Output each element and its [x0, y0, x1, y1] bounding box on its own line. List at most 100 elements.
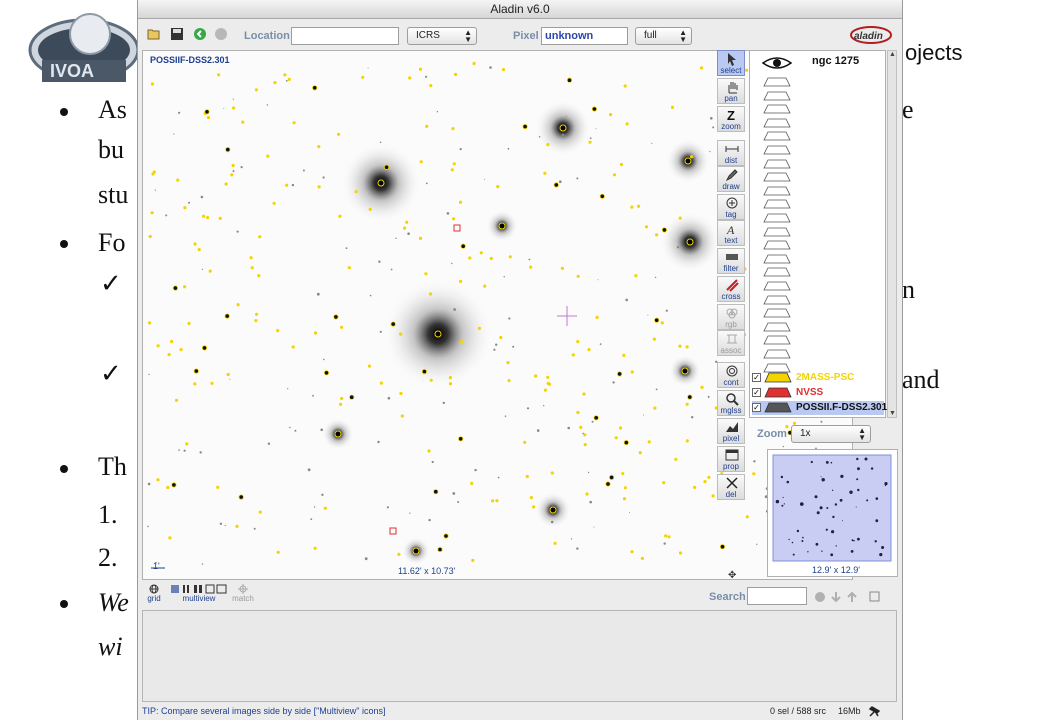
stack-layer[interactable]: ✓ POSSII.F-DSS2.301 [752, 401, 887, 415]
tool-tag-button[interactable]: tag [717, 194, 745, 220]
tool-dist-button[interactable]: dist [717, 140, 745, 166]
scroll-up-icon[interactable]: ▲ [889, 51, 896, 58]
star [589, 137, 592, 139]
scroll-down-icon[interactable]: ▼ [889, 410, 896, 417]
tool-zoom-button[interactable]: Zzoom [717, 106, 745, 132]
open-folder-icon[interactable] [147, 27, 161, 41]
tool-pan-button[interactable]: pan [717, 78, 745, 104]
tool-select-button[interactable]: select [717, 50, 745, 76]
empty-plane-slot[interactable] [763, 104, 791, 114]
empty-plane-slot[interactable] [763, 118, 791, 128]
resize-handle-icon[interactable]: ✥ [728, 570, 736, 581]
frame-select[interactable]: ICRS ▲ ▼ [407, 27, 477, 45]
2mass-source-marker [700, 385, 704, 389]
empty-plane-slot[interactable] [763, 145, 791, 155]
save-icon[interactable] [170, 27, 184, 41]
empty-plane-slot[interactable] [763, 159, 791, 169]
empty-plane-slot[interactable] [763, 77, 791, 87]
empty-plane-slot[interactable] [763, 322, 791, 332]
overview-star [850, 550, 854, 553]
sky-image[interactable]: N E [143, 51, 853, 580]
overview-star [821, 478, 825, 482]
pixel-value-field[interactable]: unknown [541, 27, 628, 45]
2mass-source-marker [699, 66, 704, 70]
source-marker [238, 494, 244, 500]
layer-checkbox[interactable]: ✓ [752, 373, 761, 382]
empty-plane-slot[interactable] [763, 308, 791, 318]
chevron-updown-icon: ▲ ▼ [464, 28, 472, 44]
overview-star [834, 503, 838, 506]
tool-text-button[interactable]: Atext [717, 220, 745, 246]
tool-pixel-button[interactable]: pixel [717, 418, 745, 444]
stack-layer[interactable]: ✓ NVSS [752, 386, 884, 400]
overview-star [870, 467, 874, 470]
2mass-source-marker [585, 492, 589, 496]
empty-plane-slot[interactable] [763, 227, 791, 237]
empty-plane-slot[interactable] [763, 267, 791, 277]
2mass-source-marker [276, 550, 280, 554]
empty-plane-slot[interactable] [763, 240, 791, 250]
console-panel[interactable] [142, 610, 897, 702]
hand-icon [728, 82, 738, 94]
empty-plane-slot[interactable] [763, 349, 791, 359]
empty-plane-slot[interactable] [763, 91, 791, 101]
window-titlebar[interactable]: Aladin v6.0 [138, 0, 902, 19]
empty-plane-slot[interactable] [763, 295, 791, 305]
tool-cont-button[interactable]: cont [717, 362, 745, 388]
layer-checkbox[interactable]: ✓ [752, 403, 761, 412]
empty-plane-slot[interactable] [763, 213, 791, 223]
2mass-source-marker [236, 303, 240, 307]
forward-icon[interactable] [214, 27, 228, 41]
star [452, 492, 456, 495]
empty-plane-slot[interactable] [763, 335, 791, 345]
telescope-icon[interactable] [868, 704, 882, 718]
grid-button[interactable]: grid [144, 584, 164, 603]
empty-plane-slot[interactable] [763, 131, 791, 141]
match-button[interactable]: match [230, 584, 256, 603]
search-clear-icon[interactable] [815, 592, 825, 602]
overview-star [831, 530, 835, 534]
empty-plane-slot[interactable] [763, 186, 791, 196]
star [550, 520, 554, 524]
2mass-source-marker [361, 75, 365, 79]
slide-text-fragment: wi [98, 632, 123, 661]
tool-prop-button[interactable]: prop [717, 446, 745, 472]
source-marker [719, 544, 726, 550]
star [148, 373, 150, 376]
tool-draw-button[interactable]: draw [717, 166, 745, 192]
2mass-source-marker [235, 524, 239, 528]
search-input[interactable] [747, 587, 807, 605]
overview-panel[interactable]: 12.9' x 12.9' [767, 449, 898, 577]
tool-filter-button[interactable]: filter [717, 248, 745, 274]
star [219, 522, 223, 525]
tool-del-button[interactable]: del [717, 474, 745, 500]
overview-image[interactable] [768, 450, 897, 562]
tool-mglss-button[interactable]: mglss [717, 390, 745, 416]
tool-cross-button[interactable]: cross [717, 276, 745, 302]
star [232, 98, 234, 100]
2mass-source-marker [340, 325, 344, 329]
location-input[interactable] [291, 27, 399, 45]
stack-scrollbar[interactable]: ▲ ▼ [887, 50, 897, 418]
empty-plane-slot[interactable] [763, 172, 791, 182]
layer-checkbox[interactable]: ✓ [752, 388, 761, 397]
empty-plane-slot[interactable] [763, 254, 791, 264]
image-view[interactable]: POSSIIF-DSS2.301 N [142, 50, 853, 580]
empty-plane-slot[interactable] [763, 281, 791, 291]
search-prev-icon[interactable] [847, 591, 857, 602]
external-link-icon[interactable] [869, 591, 880, 602]
tool-rgb-button[interactable]: rgb [717, 304, 745, 330]
empty-plane-slot[interactable] [763, 199, 791, 209]
search-next-icon[interactable] [831, 592, 841, 603]
tool-assoc-button[interactable]: assoc [717, 330, 745, 356]
overview-star [801, 540, 804, 542]
multiview-button[interactable]: multiview [170, 584, 228, 603]
overview-star [840, 474, 844, 478]
star [188, 201, 190, 204]
eye-icon[interactable] [762, 55, 792, 71]
zoom-select[interactable]: 1x ▲ ▼ [791, 425, 871, 443]
memory-usage: 16Mb [838, 706, 861, 716]
pixel-mode-select[interactable]: full ▲ ▼ [635, 27, 692, 45]
back-icon[interactable] [193, 27, 207, 41]
stack-layer[interactable]: ✓ 2MASS-PSC [752, 371, 884, 385]
